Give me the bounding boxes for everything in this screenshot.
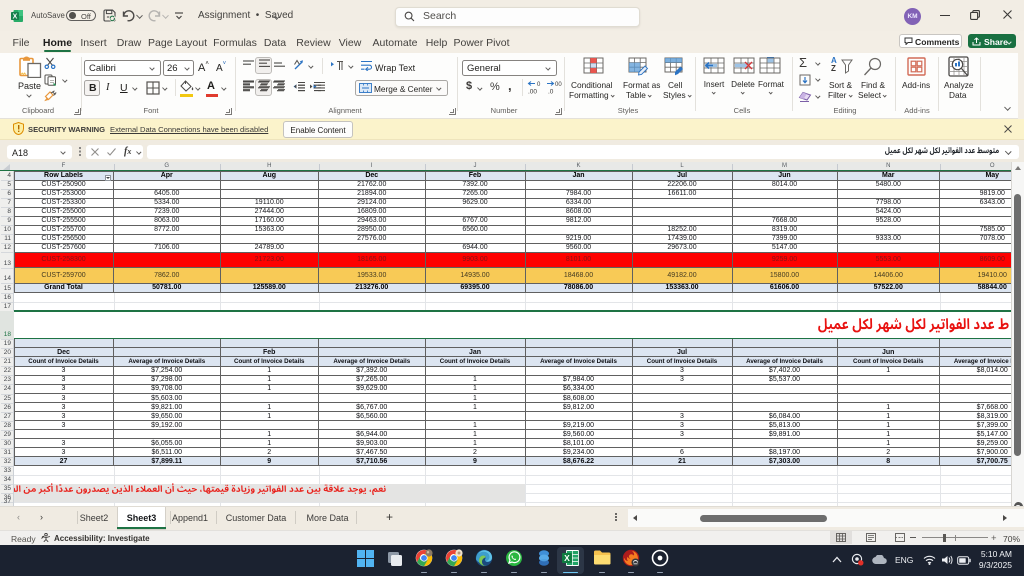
svg-text:X: X bbox=[564, 553, 570, 563]
svg-text:00: 00 bbox=[555, 82, 562, 88]
svg-text:0: 0 bbox=[537, 82, 541, 88]
svg-text:X: X bbox=[13, 14, 18, 21]
svg-text:.0: .0 bbox=[548, 89, 554, 96]
svg-text:.00: .00 bbox=[528, 89, 537, 96]
